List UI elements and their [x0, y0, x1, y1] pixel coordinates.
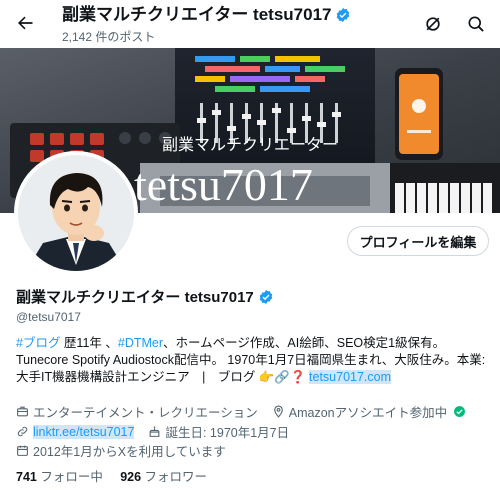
- bio-text: 大手IT機器機構設計エンジニア | ブログ 👉🔗❓: [16, 370, 306, 384]
- profile-joined: 2012年1月からXを利用しています: [33, 445, 226, 459]
- location-icon: [273, 405, 283, 418]
- avatar-image: [18, 155, 134, 271]
- hashtag-blog-link[interactable]: #ブログ: [16, 336, 60, 350]
- green-check-icon: [454, 406, 466, 417]
- followers-count: 926: [120, 470, 142, 484]
- bio-line-2: Tunecore Spotify Audiostock配信中。 1970年1月7…: [16, 353, 486, 367]
- posts-count: 2,142 件のポスト: [62, 30, 156, 44]
- profile-meta-row-2: linktr.ee/tetsu7017 誕生日: 1970年1月7日: [16, 422, 289, 441]
- search-icon: [468, 16, 484, 32]
- bio-line-1: #ブログ 歴11年 、#DTMer、ホームページ作成、AI絵師、SEO検定1級保…: [16, 335, 494, 352]
- profile-category: エンターテイメント・レクリエーション: [33, 406, 258, 420]
- following-link[interactable]: 741 フォロー中: [16, 470, 103, 484]
- back-button[interactable]: [9, 7, 41, 39]
- profile-meta-row-3: 2012年1月からXを利用しています: [16, 441, 226, 460]
- followers-label: フォロワー: [141, 470, 208, 484]
- header-title-block: 副業マルチクリエイター tetsu7017 2,142 件のポスト: [62, 4, 351, 45]
- verified-icon[interactable]: [258, 289, 274, 305]
- following-label: フォロー中: [36, 470, 103, 484]
- banner-jp-text: 副業マルチクリエーター: [162, 136, 338, 154]
- verified-icon: [337, 8, 350, 22]
- edit-profile-button[interactable]: プロフィールを編集: [347, 226, 489, 256]
- search-button[interactable]: [463, 11, 489, 37]
- banner-big-text: tetsu7017: [134, 159, 313, 210]
- profile-name-text: 副業マルチクリエイター tetsu7017: [16, 289, 254, 306]
- briefcase-icon: [17, 406, 28, 417]
- profile-handle: @tetsu7017: [16, 310, 81, 324]
- header-title-text: 副業マルチクリエイター tetsu7017: [62, 5, 332, 24]
- profile-name: 副業マルチクリエイター tetsu7017: [16, 286, 274, 307]
- bio-text: 、ホームページ作成、AI絵師、SEO検定1級保有。: [163, 336, 446, 350]
- profile-meta-row-1: エンターテイメント・レクリエーション Amazonアソシエイト参加中: [16, 402, 470, 421]
- bio-line-3: 大手IT機器機構設計エンジニア | ブログ 👉🔗❓ tetsu7017.com: [16, 369, 494, 386]
- calendar-icon: [17, 445, 28, 456]
- back-arrow-icon: [18, 16, 33, 30]
- link-icon: [17, 426, 28, 437]
- header-title: 副業マルチクリエイター tetsu7017: [62, 4, 351, 26]
- profile-location: Amazonアソシエイト参加中: [288, 406, 448, 420]
- followers-link[interactable]: 926 フォロワー: [120, 470, 207, 484]
- grok-button[interactable]: [420, 11, 446, 37]
- bio-text: 歴11年 、: [60, 336, 118, 350]
- follow-stats: 741 フォロー中 926 フォロワー: [16, 466, 207, 485]
- avatar[interactable]: [14, 151, 138, 275]
- hashtag-dtmer-link[interactable]: #DTMer: [118, 336, 163, 350]
- birthday-icon: [150, 426, 160, 437]
- profile-birthday: 誕生日: 1970年1月7日: [165, 426, 290, 440]
- profile-bio: #ブログ 歴11年 、#DTMer、ホームページ作成、AI絵師、SEO検定1級保…: [16, 335, 494, 386]
- top-bar: 副業マルチクリエイター tetsu7017 2,142 件のポスト: [0, 0, 500, 48]
- following-count: 741: [16, 470, 37, 484]
- blog-url-link[interactable]: tetsu7017.com: [309, 370, 392, 384]
- grok-icon: [426, 17, 440, 31]
- profile-url-link[interactable]: linktr.ee/tetsu7017: [33, 424, 135, 439]
